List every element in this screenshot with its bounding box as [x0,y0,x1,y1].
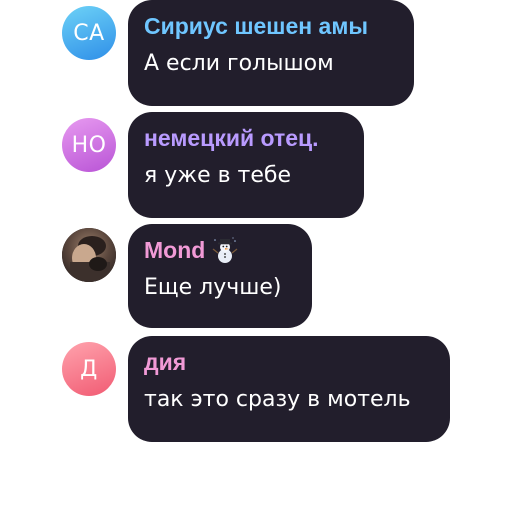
avatar[interactable]: НО [62,118,116,172]
message-bubble[interactable]: Mond Еще лучше) [128,224,312,328]
author-name[interactable]: немецкий отец. [144,124,348,152]
avatar-initials: СА [73,20,105,46]
message-text: я уже в тебе [144,163,292,188]
author-name-text: дия [144,349,187,375]
author-name-text: немецкий отец. [144,125,319,151]
message-text: Еще лучше) [144,275,282,300]
message-text: так это сразу в мотель [144,387,411,412]
snowman-icon [211,236,239,264]
author-name[interactable]: Сириус шешен амы [144,12,398,40]
message-text: А если голышом [144,51,334,76]
message-bubble[interactable]: дия так это сразу в мотель [128,336,450,442]
message-bubble[interactable]: немецкий отец. я уже в тебе [128,112,364,218]
avatar-photo [62,228,116,282]
author-name-text: Mond [144,237,206,263]
avatar[interactable]: Д [62,342,116,396]
author-name-text: Сириус шешен амы [144,13,368,39]
avatar[interactable]: СА [62,6,116,60]
author-name[interactable]: Mond [144,236,296,264]
message-bubble[interactable]: Сириус шешен амы А если голышом [128,0,414,106]
avatar[interactable] [62,228,116,282]
avatar-initials: Д [80,356,98,382]
chat-message-list: СА Сириус шешен амы А если голышом НО не… [0,0,512,512]
author-name[interactable]: дия [144,348,434,376]
avatar-initials: НО [71,132,107,158]
